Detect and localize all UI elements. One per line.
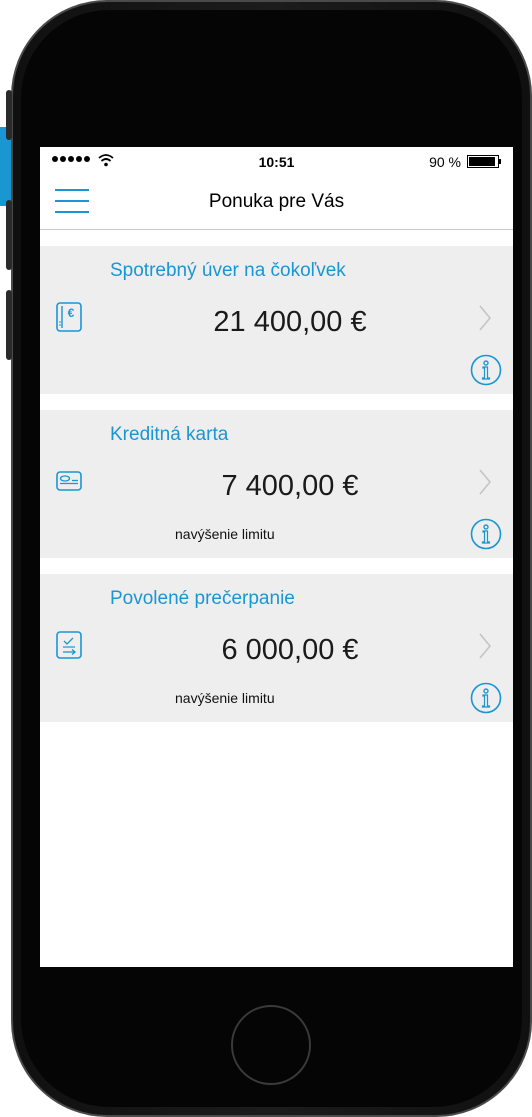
chevron-right-icon [479,633,492,659]
credit-card-icon [56,471,82,491]
chevron-right-icon [479,305,492,331]
offer-amount: 21 400,00 € [213,306,367,338]
info-icon[interactable] [470,354,502,386]
info-icon[interactable] [470,518,502,550]
offer-card-consumer-loan[interactable]: Spotrebný úver na čokoľvek € 21 400,00 € [40,246,513,394]
silent-switch [6,90,12,140]
navigation-bar: Ponuka pre Vás [40,175,513,230]
app-screen: 10:51 90 % Ponuka pre Vás Spotrebný úver… [40,147,513,967]
offer-card-credit-card[interactable]: Kreditná karta 7 400,00 € navýšenie limi… [40,410,513,558]
euro-document-icon: € [56,302,82,332]
info-icon[interactable] [470,682,502,714]
volume-down-button [6,290,12,360]
battery-percentage: 90 % [429,154,461,170]
offer-title: Kreditná karta [110,424,229,445]
svg-text:€: € [68,306,75,320]
battery-icon [467,155,501,168]
volume-up-button [6,200,12,270]
page-title: Ponuka pre Vás [208,191,345,212]
offer-amount: 6 000,00 € [221,634,359,666]
offer-card-overdraft[interactable]: Povolené prečerpanie 6 000,00 € navýšeni… [40,574,513,722]
offer-title: Spotrebný úver na čokoľvek [110,260,346,281]
offer-title: Povolené prečerpanie [110,588,295,609]
offer-amount: 7 400,00 € [221,470,359,502]
home-button[interactable] [231,1005,311,1085]
offer-subtitle: navýšenie limitu [175,526,275,542]
overdraft-icon [56,631,82,659]
status-bar: 10:51 90 % [40,147,513,175]
offer-subtitle: navýšenie limitu [175,690,275,706]
chevron-right-icon [479,469,492,495]
